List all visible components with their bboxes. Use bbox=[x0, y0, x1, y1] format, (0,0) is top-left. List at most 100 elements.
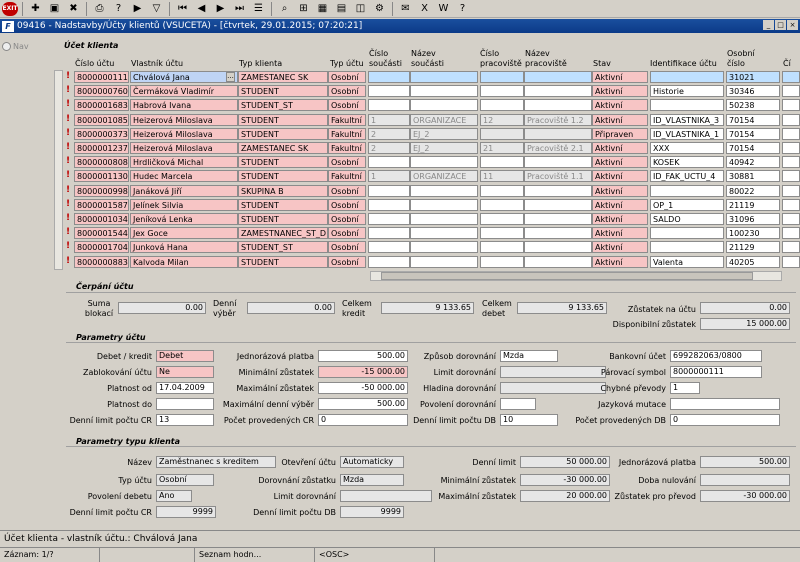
cell-status[interactable]: Aktivní bbox=[592, 241, 648, 254]
cell-account-type[interactable]: Osobní bbox=[328, 156, 366, 169]
image-icon[interactable]: ◫ bbox=[352, 1, 369, 16]
cell-owner[interactable]: Heizerová Miloslava bbox=[130, 113, 238, 126]
valid-from-field[interactable]: 17.04.2009 bbox=[156, 382, 214, 394]
calc-icon[interactable]: ▤ bbox=[333, 1, 350, 16]
daily-limit-cr-field[interactable]: 13 bbox=[156, 414, 214, 426]
min-balance-field[interactable]: -15 000.00 bbox=[318, 366, 408, 378]
cell-status[interactable]: Aktivní bbox=[592, 170, 648, 183]
cell-part-no[interactable] bbox=[368, 71, 410, 83]
cell-status[interactable]: Aktivní bbox=[592, 227, 648, 240]
cell-account-type[interactable]: Fakultní bbox=[328, 113, 366, 126]
cell-personal-no[interactable]: 21119 bbox=[726, 198, 780, 211]
cell-status[interactable]: Aktivní bbox=[592, 255, 648, 268]
cell-account-id[interactable]: Valenta bbox=[650, 255, 724, 268]
cell-workplace-name[interactable] bbox=[524, 227, 592, 240]
cell-workplace-no[interactable] bbox=[480, 255, 524, 268]
cell-workplace-name[interactable] bbox=[524, 184, 592, 197]
cell-workplace-no[interactable] bbox=[480, 156, 524, 169]
cell-part-name[interactable] bbox=[410, 99, 478, 112]
prev-icon[interactable]: ◀ bbox=[193, 1, 210, 16]
cell-extra[interactable] bbox=[782, 113, 800, 126]
cell-client-type[interactable]: ZAMESTANEC SK bbox=[238, 71, 328, 83]
cell-owner[interactable]: Jelínek Silvia bbox=[130, 198, 238, 211]
cell-part-name[interactable] bbox=[410, 184, 478, 197]
cell-owner[interactable]: Junková Hana bbox=[130, 241, 238, 254]
cell-part-no[interactable]: 2 bbox=[368, 127, 410, 140]
topup-field[interactable]: Mzda bbox=[500, 350, 558, 362]
cell-client-type[interactable]: STUDENT_ST bbox=[238, 99, 328, 112]
cell-owner[interactable]: Janáková Jiří bbox=[130, 184, 238, 197]
cell-extra[interactable] bbox=[782, 127, 800, 140]
save-icon[interactable]: ▣ bbox=[46, 1, 63, 16]
cell-part-name[interactable] bbox=[410, 227, 478, 240]
horizontal-scrollbar[interactable] bbox=[370, 271, 782, 281]
cell-personal-no[interactable]: 21129 bbox=[726, 241, 780, 254]
cell-account-type[interactable]: Osobní bbox=[328, 71, 366, 83]
cell-workplace-name[interactable]: Pracoviště 2.1 bbox=[524, 142, 592, 154]
cell-account-id[interactable]: Historie bbox=[650, 85, 724, 98]
cell-account-id[interactable] bbox=[650, 99, 724, 112]
cell-status[interactable]: Aktivní bbox=[592, 184, 648, 197]
cell-personal-no[interactable]: 70154 bbox=[726, 142, 780, 154]
cell-workplace-no[interactable] bbox=[480, 127, 524, 140]
cell-part-name[interactable]: EJ_2 bbox=[410, 127, 478, 140]
cell-client-type[interactable]: STUDENT bbox=[238, 113, 328, 126]
print-icon[interactable]: ⎙ bbox=[91, 1, 108, 16]
db-count-field[interactable]: 0 bbox=[670, 414, 780, 426]
cell-account-id[interactable]: OP_1 bbox=[650, 198, 724, 211]
cell-extra[interactable] bbox=[782, 241, 800, 254]
query-icon[interactable]: ? bbox=[110, 1, 127, 16]
cell-no[interactable]: 8000000111 bbox=[74, 71, 129, 83]
cell-no[interactable]: 8000001704 bbox=[74, 241, 129, 254]
cell-account-id[interactable] bbox=[650, 241, 724, 254]
cell-status[interactable]: Aktivní bbox=[592, 99, 648, 112]
cell-account-type[interactable]: Osobní bbox=[328, 241, 366, 254]
cell-part-no[interactable] bbox=[368, 227, 410, 240]
maximize-icon[interactable]: □ bbox=[775, 20, 786, 30]
cell-owner[interactable]: Heizerová Miloslava bbox=[130, 127, 238, 140]
cell-part-no[interactable] bbox=[368, 156, 410, 169]
cell-no[interactable]: 8000001587 bbox=[74, 198, 129, 211]
cell-part-no[interactable] bbox=[368, 184, 410, 197]
cell-workplace-no[interactable] bbox=[480, 71, 524, 83]
cell-account-type[interactable]: Osobní bbox=[328, 227, 366, 240]
cell-part-name[interactable] bbox=[410, 198, 478, 211]
cell-part-name[interactable] bbox=[410, 241, 478, 254]
cell-part-no[interactable] bbox=[368, 99, 410, 112]
cell-extra[interactable] bbox=[782, 213, 800, 225]
delete-icon[interactable]: ✖ bbox=[65, 1, 82, 16]
cell-workplace-name[interactable] bbox=[524, 99, 592, 112]
cell-workplace-no[interactable] bbox=[480, 99, 524, 112]
cell-personal-no[interactable]: 30346 bbox=[726, 85, 780, 98]
cell-workplace-no[interactable] bbox=[480, 241, 524, 254]
daily-limit-db-field[interactable]: 10 bbox=[500, 414, 558, 426]
cell-status[interactable]: Aktivní bbox=[592, 156, 648, 169]
cell-owner[interactable]: Jex Goce bbox=[130, 227, 238, 240]
cell-account-id[interactable]: SALDO bbox=[650, 213, 724, 225]
bank-acc-field[interactable]: 699282063/0800 bbox=[670, 350, 762, 362]
filter-icon[interactable]: ▽ bbox=[148, 1, 165, 16]
first-icon[interactable]: ⏮ bbox=[174, 1, 191, 16]
cell-client-type[interactable]: ZAMESTANEC SK bbox=[238, 142, 328, 154]
scrollbar-thumb[interactable] bbox=[381, 272, 753, 280]
minimize-icon[interactable]: _ bbox=[763, 20, 774, 30]
help-icon[interactable]: ? bbox=[454, 1, 471, 16]
cell-personal-no[interactable]: 31096 bbox=[726, 213, 780, 225]
cell-workplace-name[interactable] bbox=[524, 71, 592, 83]
cell-personal-no[interactable]: 70154 bbox=[726, 127, 780, 140]
cell-part-no[interactable] bbox=[368, 85, 410, 98]
blocked-field[interactable]: Ne bbox=[156, 366, 214, 378]
cell-extra[interactable] bbox=[782, 156, 800, 169]
cell-extra[interactable] bbox=[782, 170, 800, 183]
cell-owner[interactable]: Hrdličková Michal bbox=[130, 156, 238, 169]
new-icon[interactable]: ✚ bbox=[27, 1, 44, 16]
debit-credit-field[interactable]: Debet bbox=[156, 350, 214, 362]
cell-workplace-name[interactable] bbox=[524, 213, 592, 225]
cell-no[interactable]: 8000001544 bbox=[74, 227, 129, 240]
cell-no[interactable]: 8000001130 bbox=[74, 170, 129, 183]
allow-topup-field[interactable] bbox=[500, 398, 536, 410]
cell-account-id[interactable]: XXX bbox=[650, 142, 724, 154]
cell-extra[interactable] bbox=[782, 227, 800, 240]
cell-part-no[interactable] bbox=[368, 198, 410, 211]
cell-account-type[interactable]: Fakultní bbox=[328, 127, 366, 140]
